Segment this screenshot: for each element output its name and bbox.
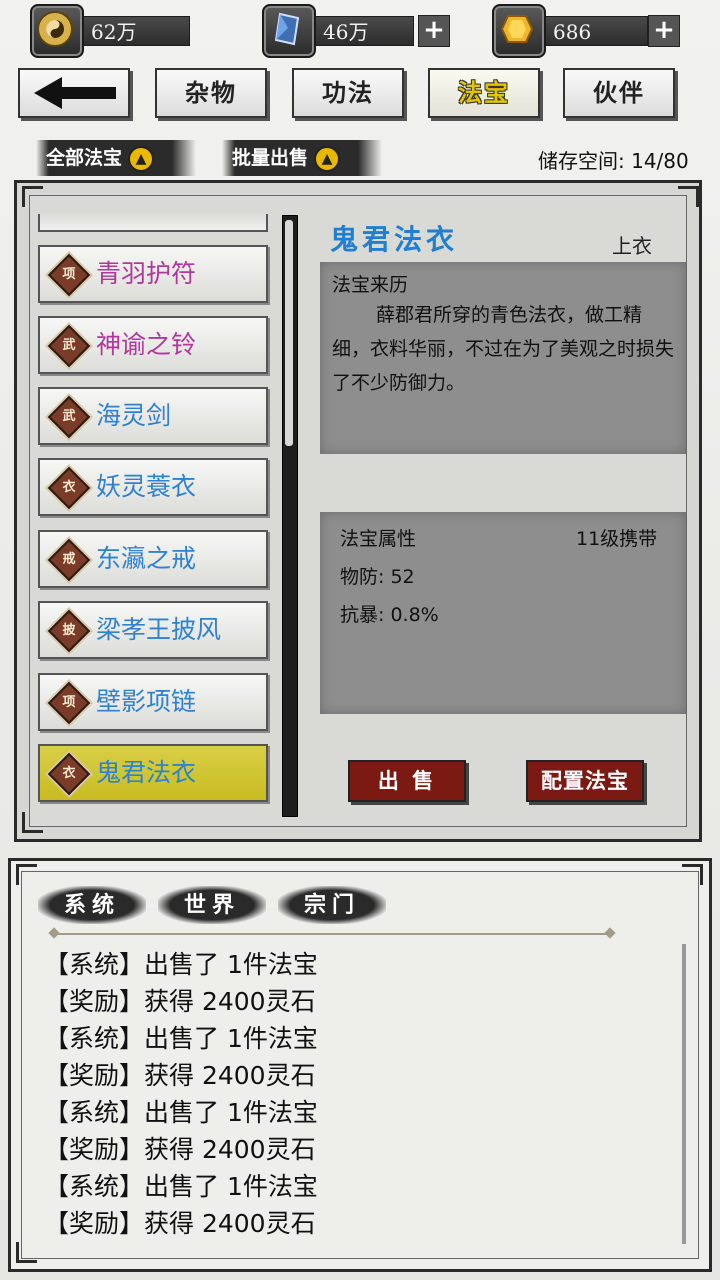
frame-corner: [682, 864, 703, 885]
list-item[interactable]: 衣 妖灵蓑衣: [38, 458, 268, 516]
equip-treasure-button[interactable]: 配置法宝: [526, 760, 644, 802]
filter-all-label: 全部法宝: [46, 147, 123, 169]
chat-message: 【奖励】获得 2400灵石: [44, 1135, 316, 1164]
frame-corner: [22, 186, 43, 207]
item-type-badge-icon: 衣: [47, 466, 91, 510]
chat-scrollbar[interactable]: [682, 944, 686, 1244]
chat-message: 【系统】出售了 1件法宝: [44, 1172, 318, 1201]
chat-divider: [54, 933, 610, 935]
frame-corner: [22, 812, 43, 833]
yin-yang-icon: [30, 4, 84, 58]
arrow-up-icon: ▲: [314, 146, 341, 172]
item-type-badge-icon: 衣: [47, 752, 91, 796]
item-name: 壁影项链: [96, 687, 197, 716]
frame-corner: [16, 864, 37, 885]
item-type-badge-icon: 项: [47, 681, 91, 725]
frame-corner: [16, 1242, 37, 1263]
list-item[interactable]: 戒 东瀛之戒: [38, 530, 268, 588]
attribute-line: 物防: 52: [340, 566, 415, 588]
currency-crystal-value: 46万: [323, 20, 369, 44]
chat-message: 【系统】出售了 1件法宝: [44, 950, 318, 979]
tab-misc[interactable]: 杂物: [155, 68, 267, 118]
chat-message: 【奖励】获得 2400灵石: [44, 1209, 316, 1238]
list-scrollbar[interactable]: [282, 215, 298, 817]
tab-chat-sect[interactable]: 宗门: [278, 886, 386, 924]
item-name: 妖灵蓑衣: [96, 472, 197, 501]
tab-companions[interactable]: 伙伴: [563, 68, 675, 118]
arrow-up-icon: ▲: [128, 146, 155, 172]
currency-gold-value: 686: [553, 20, 592, 44]
frame-corner: [678, 186, 699, 207]
filter-all-treasures[interactable]: 全部法宝 ▲: [36, 140, 196, 176]
item-type-badge-icon: 披: [47, 609, 91, 653]
gold-gem-icon: [492, 4, 546, 58]
list-item[interactable]: 披 梁孝王披风: [38, 601, 268, 659]
attribute-heading: 法宝属性: [340, 528, 417, 550]
tab-chat-world[interactable]: 世界: [158, 886, 266, 924]
list-item[interactable]: 项 青羽护符: [38, 245, 268, 303]
currency-spirit-value: 62万: [91, 20, 137, 44]
storage-space: 储存空间: 14/80: [538, 149, 689, 173]
origin-text: 薛郡君所穿的青色法衣，做工精细，衣料华丽，不过在为了美观之时损失了不少防御力。: [332, 304, 675, 394]
item-name: 神谕之铃: [96, 330, 197, 359]
item-name: 梁孝王披风: [96, 615, 222, 644]
treasure-slot: 上衣: [612, 234, 652, 258]
tab-treasures[interactable]: 法宝: [428, 68, 540, 118]
list-item[interactable]: 武 海灵剑: [38, 387, 268, 445]
chat-message: 【系统】出售了 1件法宝: [44, 1098, 318, 1127]
item-name: 青羽护符: [96, 259, 197, 288]
chat-message: 【系统】出售了 1件法宝: [44, 1024, 318, 1053]
origin-heading: 法宝来历: [332, 274, 409, 296]
add-gold-button[interactable]: +: [648, 15, 680, 47]
tab-techniques[interactable]: 功法: [292, 68, 404, 118]
treasure-title: 鬼君法衣: [330, 223, 459, 256]
list-item-selected[interactable]: 衣 鬼君法衣: [38, 744, 268, 802]
attribute-line: 抗暴: 0.8%: [340, 604, 439, 626]
attribute-box: 法宝属性 11级携带 物防: 52 抗暴: 0.8%: [320, 512, 686, 714]
chat-message: 【奖励】获得 2400灵石: [44, 987, 316, 1016]
item-type-badge-icon: 戒: [47, 538, 91, 582]
batch-sell-label: 批量出售: [232, 147, 309, 169]
origin-box: 法宝来历 薛郡君所穿的青色法衣，做工精细，衣料华丽，不过在为了美观之时损失了不少…: [320, 262, 686, 454]
item-name: 东瀛之戒: [96, 544, 197, 573]
chat-message: 【奖励】获得 2400灵石: [44, 1061, 316, 1090]
tab-chat-system[interactable]: 系统: [38, 886, 146, 924]
add-crystal-button[interactable]: +: [418, 15, 450, 47]
level-requirement: 11级携带: [576, 528, 658, 550]
list-scrollbar-thumb[interactable]: [285, 220, 293, 446]
item-type-badge-icon: 武: [47, 395, 91, 439]
list-item[interactable]: 武 神谕之铃: [38, 316, 268, 374]
item-type-badge-icon: 项: [47, 253, 91, 297]
sell-button[interactable]: 出 售: [348, 760, 466, 802]
blue-crystal-icon: [262, 4, 316, 58]
treasure-list[interactable]: 项 青羽护符 武 神谕之铃 武 海灵剑 衣 妖灵蓑衣 戒 东瀛之戒 披 梁孝王披…: [38, 215, 272, 813]
arrow-left-icon: [34, 77, 116, 109]
item-name: 鬼君法衣: [96, 758, 197, 787]
back-button[interactable]: [18, 68, 130, 118]
item-type-badge-icon: 武: [47, 324, 91, 368]
batch-sell-button[interactable]: 批量出售 ▲: [222, 140, 382, 176]
list-item[interactable]: 项 壁影项链: [38, 673, 268, 731]
item-name: 海灵剑: [96, 401, 172, 430]
